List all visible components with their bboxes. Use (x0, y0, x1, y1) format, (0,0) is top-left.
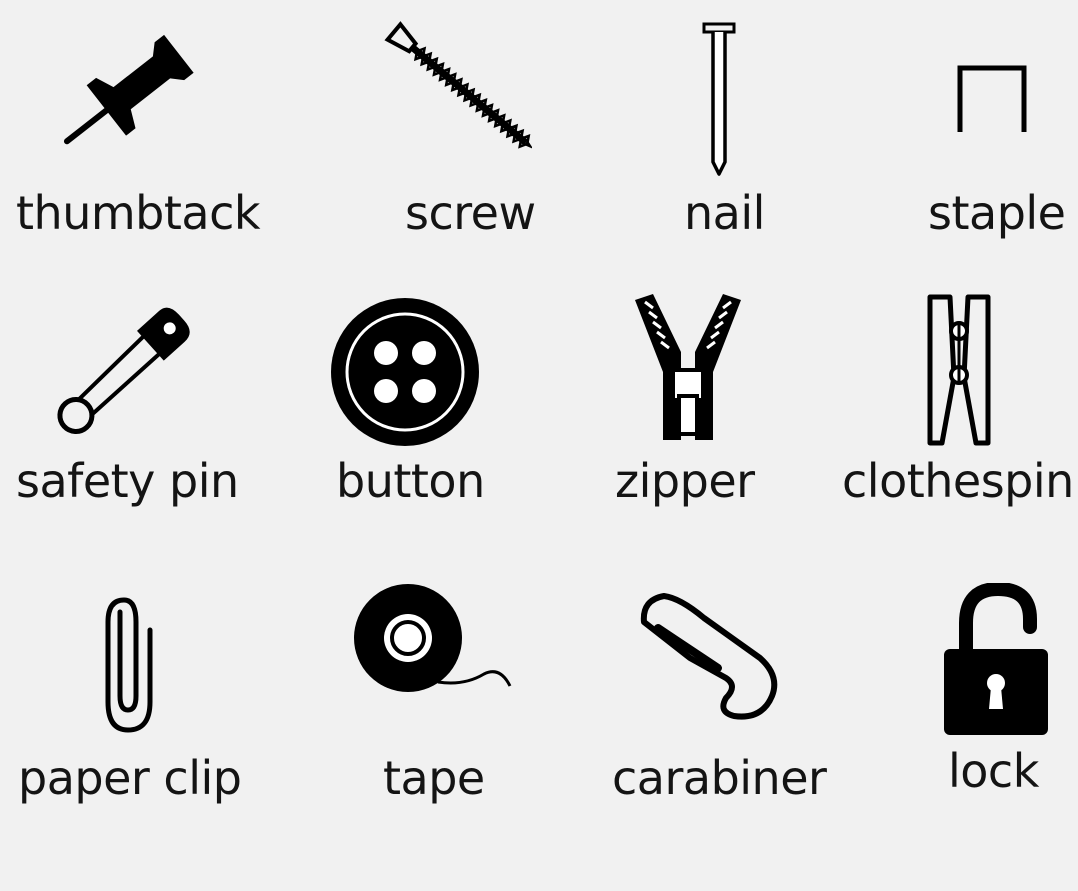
zipper-icon (633, 292, 743, 442)
carabiner-icon (634, 588, 784, 723)
item-label: staple (928, 186, 1066, 240)
clothespin-icon (924, 293, 994, 448)
item-label: screw (405, 186, 536, 240)
item-label: safety pin (16, 454, 239, 508)
safety-pin-icon (44, 296, 199, 451)
thumbtack-icon (55, 22, 205, 162)
item-label: clothespin (842, 454, 1074, 508)
item-label: lock (948, 744, 1039, 798)
button-icon (328, 295, 483, 450)
screw-icon (382, 20, 532, 165)
vocabulary-sheet: thumbtack screw nail staple safety pin b… (0, 0, 1078, 891)
paper-clip-icon (98, 586, 158, 736)
item-label: tape (383, 751, 485, 805)
item-label: thumbtack (16, 186, 261, 240)
item-label: paper clip (18, 751, 242, 805)
item-label: button (336, 454, 485, 508)
item-label: zipper (615, 454, 755, 508)
item-label: nail (684, 186, 765, 240)
nail-icon (700, 22, 740, 177)
staple-icon (952, 62, 1032, 134)
item-label: carabiner (612, 751, 827, 805)
tape-icon (352, 582, 517, 702)
lock-icon (940, 583, 1055, 743)
